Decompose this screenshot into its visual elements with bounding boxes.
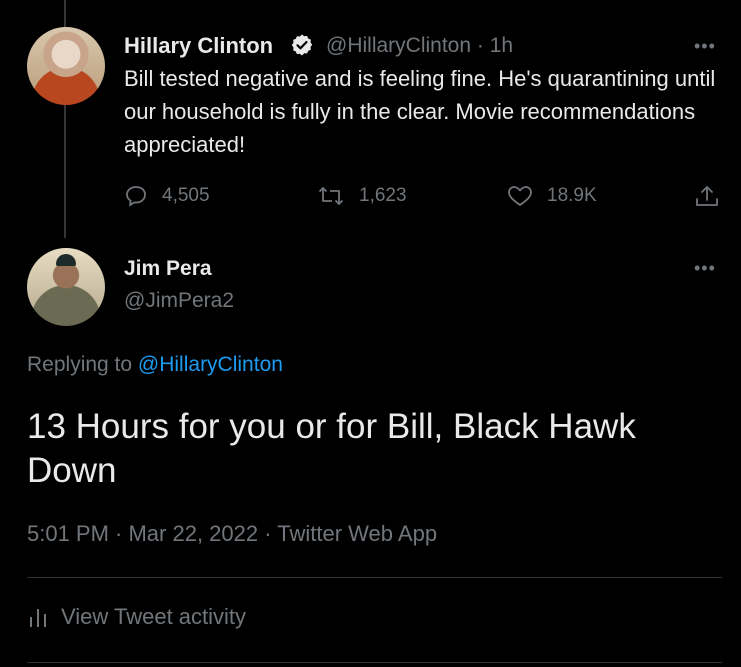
bar-chart-icon: [30, 609, 46, 627]
reply-tweet-text: 13 Hours for you or for Bill, Black Hawk…: [27, 407, 636, 490]
reply-action[interactable]: 4,505: [124, 181, 210, 211]
like-action[interactable]: 18.9K: [507, 181, 597, 211]
share-icon: [696, 186, 718, 206]
replying-to: Replying to @HillaryClinton: [27, 353, 283, 377]
hillary-clinton-avatar[interactable]: [27, 27, 105, 105]
divider-top: [27, 577, 722, 578]
parent-author-name[interactable]: Hillary Clinton: [124, 33, 273, 59]
reply-icon: [126, 186, 146, 207]
parent-handle-text: @HillaryClinton: [326, 34, 472, 57]
view-tweet-activity-button[interactable]: View Tweet activity: [27, 604, 246, 630]
verified-badge-icon: [291, 34, 313, 56]
reply-handle[interactable]: @JimPera2: [124, 289, 234, 313]
divider-bottom: [27, 662, 722, 663]
avatar-cap-shape: [56, 254, 76, 266]
jim-pera-avatar[interactable]: [27, 248, 105, 326]
heart-icon: [508, 186, 532, 206]
retweet-icon: [318, 187, 344, 205]
parent-more-options-icon[interactable]: •••: [694, 36, 716, 57]
parent-tweet-text: Bill tested negative and is feeling fine…: [124, 66, 716, 157]
reply-count: 4,505: [162, 185, 210, 206]
retweet-action[interactable]: 1,623: [317, 181, 407, 211]
parent-handle[interactable]: @HillaryClinton · 1h: [326, 34, 513, 58]
like-count: 18.9K: [547, 185, 597, 206]
retweet-count: 1,623: [359, 185, 407, 206]
reply-author-name[interactable]: Jim Pera: [124, 257, 212, 281]
tweet-timestamp-source[interactable]: 5:01 PM · Mar 22, 2022 · Twitter Web App: [27, 521, 437, 547]
reply-more-options-icon[interactable]: •••: [694, 258, 716, 279]
replying-prefix: Replying to: [27, 353, 133, 376]
parent-time: · 1h: [476, 34, 514, 57]
replying-to-handle-link[interactable]: @HillaryClinton: [138, 353, 283, 376]
view-tweet-activity-label: View Tweet activity: [61, 604, 247, 629]
share-action[interactable]: [694, 181, 734, 211]
